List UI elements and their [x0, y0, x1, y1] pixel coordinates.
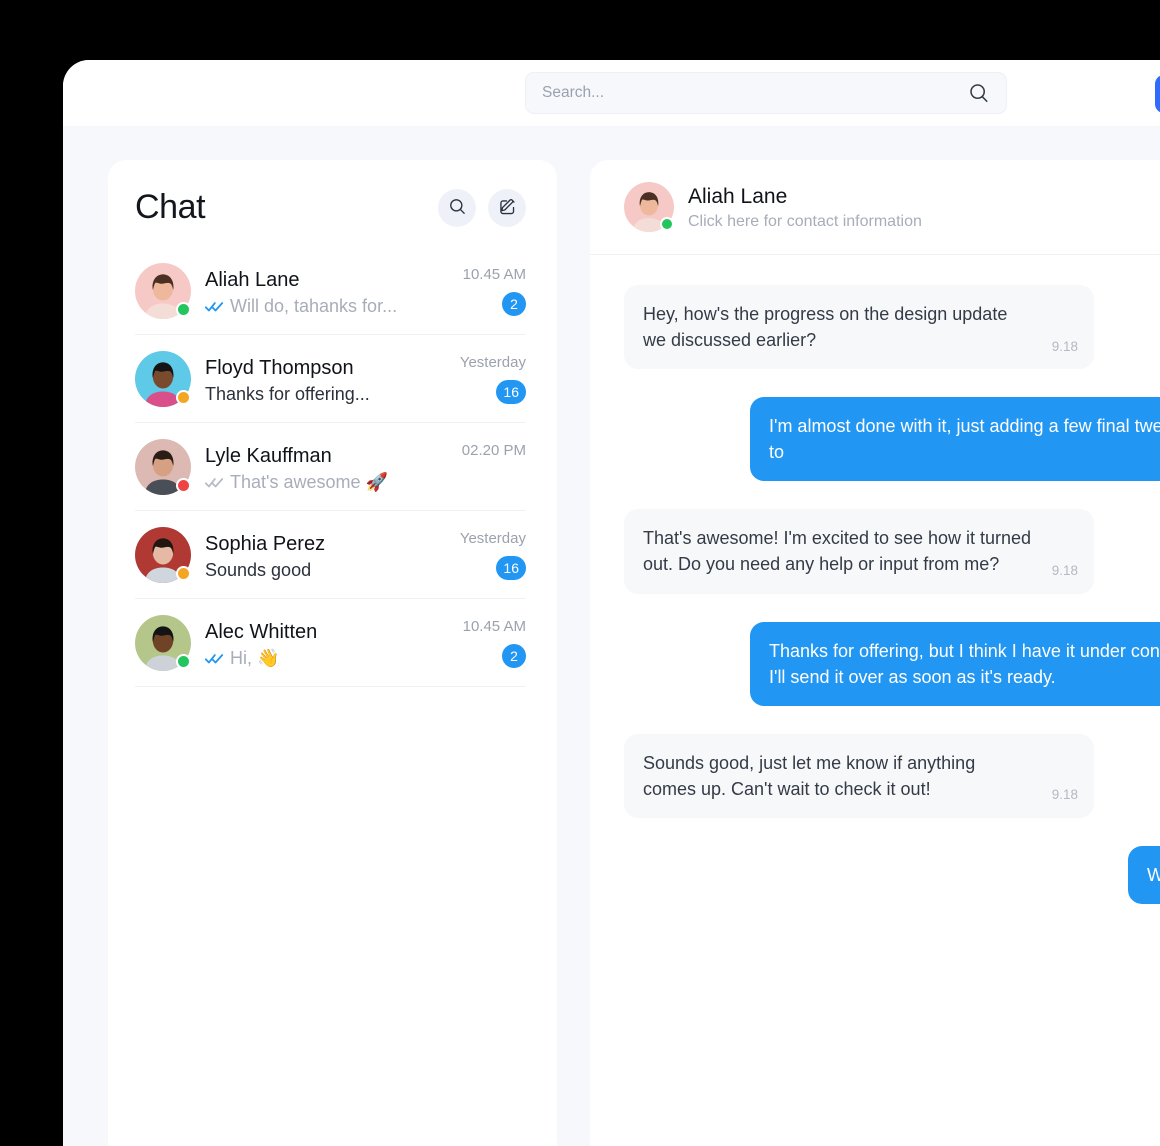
chat-list-header: Chat — [108, 160, 557, 247]
unread-badge: 16 — [496, 380, 526, 404]
message-text: Hey, how's the progress on the design up… — [643, 304, 1008, 351]
message-text: That's awesome! I'm excited to see how i… — [643, 528, 1032, 575]
compose-icon — [498, 197, 517, 219]
app-window: Chat — [63, 60, 1160, 1146]
unread-badge: 16 — [496, 556, 526, 580]
conversation-list-item[interactable]: Aliah Lane Will do, tahanks for... 10.45… — [108, 247, 557, 335]
top-bar — [63, 60, 1160, 126]
chat-list-actions — [438, 188, 526, 227]
conversation-header-text: Aliah Lane Click here for contact inform… — [688, 183, 922, 230]
conversation-header[interactable]: Aliah Lane Click here for contact inform… — [590, 160, 1160, 255]
message-bubble[interactable]: Thanks for offering, but I think I have … — [750, 621, 1160, 706]
message-text: I'm almost done with it, just adding a f… — [769, 416, 1160, 463]
avatar — [624, 182, 674, 232]
read-receipt-icon — [205, 653, 224, 663]
message-list: Hey, how's the progress on the design up… — [590, 255, 1160, 905]
conversation-summary: Alec Whitten Hi, 👋 — [205, 618, 453, 669]
conversation-timestamp: Yesterday — [459, 530, 526, 547]
conversation-list-item[interactable]: Floyd Thompson Thanks for offering... Ye… — [108, 335, 557, 423]
message-row: Thanks for offering, but I think I have … — [624, 621, 1160, 706]
message-bubble[interactable]: Hey, how's the progress on the design up… — [624, 285, 1094, 370]
conversation-panel: Aliah Lane Click here for contact inform… — [590, 160, 1160, 1146]
conversation-preview-line: Will do, tahanks for... — [205, 296, 453, 317]
conversation-preview-line: Thanks for offering... — [205, 384, 450, 405]
conversation-name: Floyd Thompson — [205, 356, 354, 379]
message-timestamp: 9.18 — [1051, 563, 1078, 578]
conversation-timestamp: 02.20 PM — [461, 442, 526, 459]
workspace: Chat Aliah Lane Will do, tahanks for... … — [63, 126, 1160, 1146]
read-receipt-icon — [205, 477, 224, 487]
conversation-meta: 02.20 PM — [462, 442, 526, 492]
status-dot — [176, 566, 191, 581]
status-dot — [176, 654, 191, 669]
message-row: I'm almost done with it, just adding a f… — [624, 397, 1160, 482]
conversation-summary: Lyle Kauffman That's awesome 🚀 — [205, 442, 452, 493]
conversation-preview: That's awesome 🚀 — [230, 471, 388, 492]
global-search-field[interactable] — [525, 72, 1007, 114]
conversation-preview: Sounds good — [205, 559, 312, 580]
status-dot — [176, 478, 191, 493]
unread-badge: 2 — [502, 292, 526, 316]
conversation-meta: Yesterday 16 — [460, 354, 526, 404]
search-icon — [968, 82, 990, 104]
message-row: That's awesome! I'm excited to see how i… — [624, 509, 1160, 594]
conversation-preview: Thanks for offering... — [205, 383, 370, 404]
status-dot — [176, 390, 191, 405]
avatar — [135, 263, 191, 319]
contact-name: Aliah Lane — [688, 185, 788, 209]
read-receipt-icon — [205, 301, 224, 311]
search-chats-button[interactable] — [438, 188, 476, 227]
message-timestamp: 9.18 — [1051, 787, 1078, 803]
message-row: Sounds good, just let me know if anythin… — [624, 733, 1160, 818]
message-row: Will do — [624, 845, 1160, 905]
message-row: Hey, how's the progress on the design up… — [624, 285, 1160, 370]
conversation-name: Lyle Kauffman — [205, 444, 332, 467]
unread-badge: 2 — [502, 644, 526, 668]
conversation-meta: Yesterday 16 — [460, 530, 526, 580]
conversation-timestamp: 10.45 AM — [462, 618, 526, 635]
message-bubble[interactable]: Sounds good, just let me know if anythin… — [624, 733, 1094, 818]
conversation-list-item[interactable]: Sophia Perez Sounds good Yesterday 16 — [108, 511, 557, 599]
contact-info-link[interactable]: Click here for contact information — [688, 213, 922, 231]
message-timestamp: 9.18 — [1051, 338, 1078, 354]
conversation-summary: Floyd Thompson Thanks for offering... — [205, 354, 450, 405]
conversation-name: Aliah Lane — [205, 268, 300, 291]
conversation-preview-line: Hi, 👋 — [205, 648, 453, 669]
message-text: Sounds good, just let me know if anythin… — [643, 752, 976, 799]
search-input[interactable] — [542, 84, 968, 102]
message-text: Will do — [1146, 864, 1160, 885]
avatar — [135, 439, 191, 495]
conversation-list-item[interactable]: Alec Whitten Hi, 👋 10.45 AM 2 — [108, 599, 557, 687]
message-bubble[interactable]: Will do — [1127, 845, 1160, 905]
conversation-name: Sophia Perez — [205, 532, 326, 555]
conversation-summary: Sophia Perez Sounds good — [205, 530, 450, 581]
message-bubble[interactable]: That's awesome! I'm excited to see how i… — [624, 509, 1094, 594]
message-bubble[interactable]: I'm almost done with it, just adding a f… — [750, 397, 1160, 482]
conversation-meta: 10.45 AM 2 — [463, 266, 526, 316]
chat-list-panel: Chat Aliah Lane Will do, tahanks for... … — [108, 160, 557, 1146]
message-text: Thanks for offering, but I think I have … — [769, 640, 1160, 687]
conversation-name: Alec Whitten — [205, 620, 318, 643]
conversation-preview-line: That's awesome 🚀 — [205, 472, 452, 493]
status-dot — [660, 217, 674, 231]
conversation-preview: Hi, 👋 — [230, 647, 280, 668]
status-dot — [176, 302, 191, 317]
conversation-meta: 10.45 AM 2 — [463, 618, 526, 668]
conversation-preview: Will do, tahanks for... — [230, 295, 398, 316]
avatar — [135, 615, 191, 671]
conversation-summary: Aliah Lane Will do, tahanks for... — [205, 266, 453, 317]
avatar — [135, 527, 191, 583]
conversation-timestamp: Yesterday — [459, 354, 526, 371]
conversation-preview-line: Sounds good — [205, 560, 450, 581]
conversation-list: Aliah Lane Will do, tahanks for... 10.45… — [108, 247, 557, 687]
compose-message-button[interactable] — [488, 188, 526, 227]
avatar — [135, 351, 191, 407]
conversation-list-item[interactable]: Lyle Kauffman That's awesome 🚀 02.20 PM — [108, 423, 557, 511]
search-icon — [448, 197, 467, 219]
primary-action-button[interactable] — [1155, 75, 1160, 113]
conversation-timestamp: 10.45 AM — [462, 266, 526, 283]
page-title: Chat — [135, 188, 206, 226]
